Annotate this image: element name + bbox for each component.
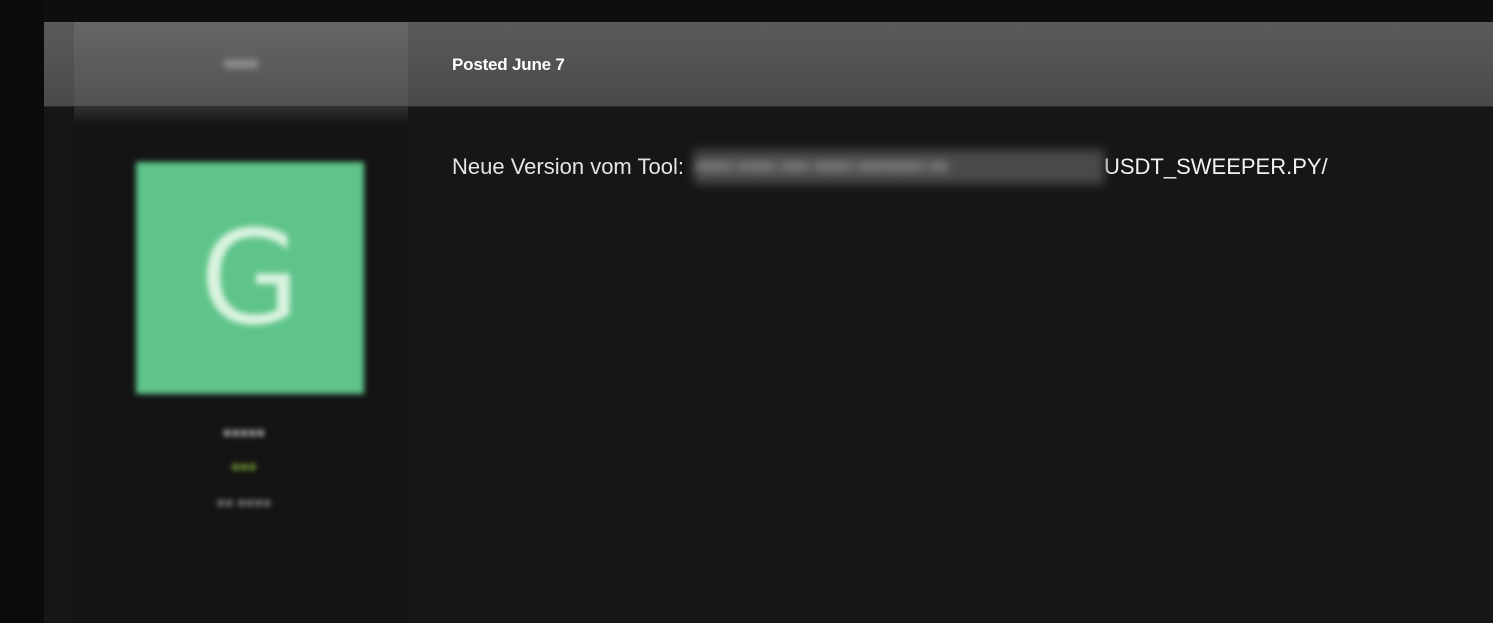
author-name-header[interactable]: ●●●● — [210, 56, 272, 70]
avatar[interactable]: G — [136, 162, 364, 394]
forum-post: ●●●● Posted June 7 G ●●●●● ●●● ●● ●●●● N… — [44, 22, 1493, 623]
link-tail[interactable]: USDT_SWEEPER.PY/ — [1104, 154, 1328, 180]
post-text: Neue Version vom Tool: — [452, 154, 684, 179]
author-header: ●●●● — [74, 22, 408, 106]
author-group: ●●● — [231, 458, 257, 474]
author-column-shadow — [74, 106, 408, 124]
post-header: ●●●● Posted June 7 — [44, 22, 1493, 107]
avatar-letter: G — [199, 202, 301, 354]
posted-date[interactable]: Posted June 7 — [452, 55, 565, 75]
forum-page: ●●●● Posted June 7 G ●●●●● ●●● ●● ●●●● N… — [0, 0, 1493, 623]
post-body: Neue Version vom Tool: ●●●● ●●●● ●●● ●●●… — [452, 150, 1328, 184]
author-post-count: ●● ●●●● — [216, 494, 272, 510]
top-strip — [0, 0, 1493, 22]
author-name[interactable]: ●●●●● — [174, 424, 314, 440]
left-gutter — [0, 0, 44, 623]
redacted-link[interactable]: ●●●● ●●●● ●●● ●●●● ●●●●●●● ●● — [693, 150, 1104, 184]
